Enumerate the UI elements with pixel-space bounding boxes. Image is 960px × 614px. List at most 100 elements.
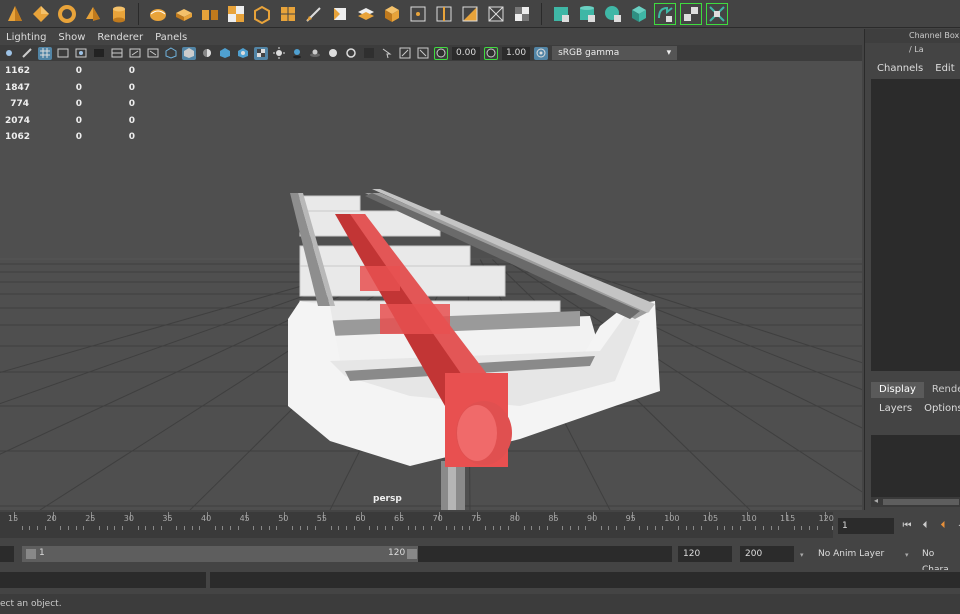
exposure-field[interactable]: 0.00 [452,46,481,60]
light-bulb-icon[interactable] [272,47,286,60]
time-slider[interactable]: 15 20 25 30 35 40 45 50 55 60 65 70 75 80 85 90 95 100 105… [0,512,857,538]
channel-list[interactable] [871,79,960,371]
target-weld-icon[interactable] [407,3,429,25]
menu-renderer[interactable]: Renderer [97,32,143,43]
time-minor-tick [832,526,834,530]
view-transform-select[interactable]: sRGB gamma ▾ [552,46,678,60]
isolate-select-icon[interactable] [380,47,394,60]
safe-action-icon[interactable] [128,47,142,60]
menu-channels[interactable]: Channels [877,63,923,74]
bool-icon[interactable] [511,3,533,25]
step-back-key-icon[interactable]: ⏴ [936,518,950,532]
time-tick-label: 30 [123,514,134,523]
range-end-handle[interactable] [407,549,417,559]
animation-end-field[interactable]: 120 [678,546,732,562]
anim-layer-select[interactable]: No Anim Layer [812,546,896,562]
gate-mask-icon[interactable] [92,47,106,60]
range-slider[interactable]: 1 120 [22,546,672,562]
chevron-down-icon[interactable]: ▾ [905,551,909,559]
safe-title-icon[interactable] [146,47,160,60]
menu-layers[interactable]: Layers [879,403,912,414]
torus-icon[interactable] [56,3,78,25]
shaded-wire-icon[interactable] [218,47,232,60]
time-minor-tick [176,526,178,530]
smooth-icon[interactable] [147,3,169,25]
xray-components-icon[interactable] [416,47,430,60]
field-chart-icon[interactable] [110,47,124,60]
character-set-select[interactable]: No Chara [916,546,960,575]
time-minor-tick [523,526,525,530]
anti-alias-icon[interactable] [344,47,358,60]
color-management-icon[interactable] [534,46,549,60]
hud-value: 0 [75,115,82,126]
gamma-field[interactable]: 1.00 [502,46,531,60]
bevel-icon[interactable] [329,3,351,25]
xray-joints-icon[interactable] [398,47,412,60]
tab-display[interactable]: Display [871,382,924,398]
pyramid-icon[interactable] [82,3,104,25]
range-slider-fill[interactable]: 1 120 [22,546,418,562]
current-frame-field[interactable]: 1 [838,518,894,534]
go-to-start-icon[interactable]: ⏮ [900,518,914,532]
gamma-icon[interactable] [484,46,499,60]
cube-icon[interactable] [381,3,403,25]
insert-edge-icon[interactable] [433,3,455,25]
uv-cylindrical-icon[interactable] [576,3,598,25]
uv-unfold-icon[interactable] [654,2,676,25]
menu-options[interactable]: Options [924,403,960,414]
exposure-icon[interactable] [434,46,448,60]
uv-spherical-icon[interactable] [602,3,624,25]
checker-icon[interactable] [225,3,247,25]
grid-toggle-icon[interactable] [38,46,52,60]
time-minor-tick [384,526,386,530]
lighting-icon[interactable] [200,47,214,60]
layer-list[interactable] [871,435,960,497]
smooth-shade-icon[interactable] [182,46,196,60]
cylinder-icon[interactable] [108,3,130,25]
layer-scrollbar[interactable]: ◂ [871,496,960,507]
textured-icon[interactable] [236,47,250,60]
range-start-handle[interactable] [26,549,36,559]
step-back-icon[interactable]: ⏴ [918,518,932,532]
time-minor-tick [724,526,726,530]
wireframe-icon[interactable] [164,47,178,60]
motion-blur-icon[interactable] [326,47,340,60]
scrollbar-thumb[interactable] [883,499,959,505]
bridge-icon[interactable] [355,3,377,25]
multi-cut-icon[interactable] [459,3,481,25]
resolution-gate-icon[interactable] [74,47,88,60]
playback-end-field[interactable]: 200 [740,546,794,562]
menu-show[interactable]: Show [58,32,85,43]
camera-film-icon[interactable] [20,47,34,60]
chevron-left-icon[interactable]: ◂ [874,496,878,505]
uv-auto-icon[interactable] [628,3,650,25]
tab-render[interactable]: Render [924,382,960,398]
connect-icon[interactable] [485,3,507,25]
pen-icon[interactable] [303,3,325,25]
film-gate-icon[interactable] [56,47,70,60]
combine-icon[interactable] [173,3,195,25]
depth-of-field-icon[interactable] [362,47,376,60]
cone-icon[interactable] [4,3,26,25]
menu-panels[interactable]: Panels [155,32,187,43]
extract-icon[interactable] [251,3,273,25]
menu-edit[interactable]: Edit [935,63,954,74]
diamond-icon[interactable] [30,3,52,25]
ambient-occlusion-icon[interactable] [308,47,322,60]
animation-start-field[interactable] [0,546,14,562]
grid-icon[interactable] [277,3,299,25]
time-minor-tick [199,526,201,530]
uv-cut-icon[interactable] [706,2,728,25]
menu-lighting[interactable]: Lighting [6,32,46,43]
separate-icon[interactable] [199,3,221,25]
uv-layout-icon[interactable] [680,2,702,25]
camera-attr-icon[interactable] [2,47,16,60]
play-back-icon[interactable]: ◂ [954,518,960,532]
shadows-icon[interactable] [290,47,304,60]
hud-row-uvs: 1062 0 0 [5,129,135,146]
viewport-persp[interactable]: 1162 0 0 1847 0 0 774 0 0 2074 0 0 1062 … [0,61,862,510]
chevron-down-icon[interactable]: ▾ [800,551,804,559]
command-input[interactable] [0,572,206,588]
uv-planar-icon[interactable] [550,3,572,25]
xray-icon[interactable] [254,46,268,60]
